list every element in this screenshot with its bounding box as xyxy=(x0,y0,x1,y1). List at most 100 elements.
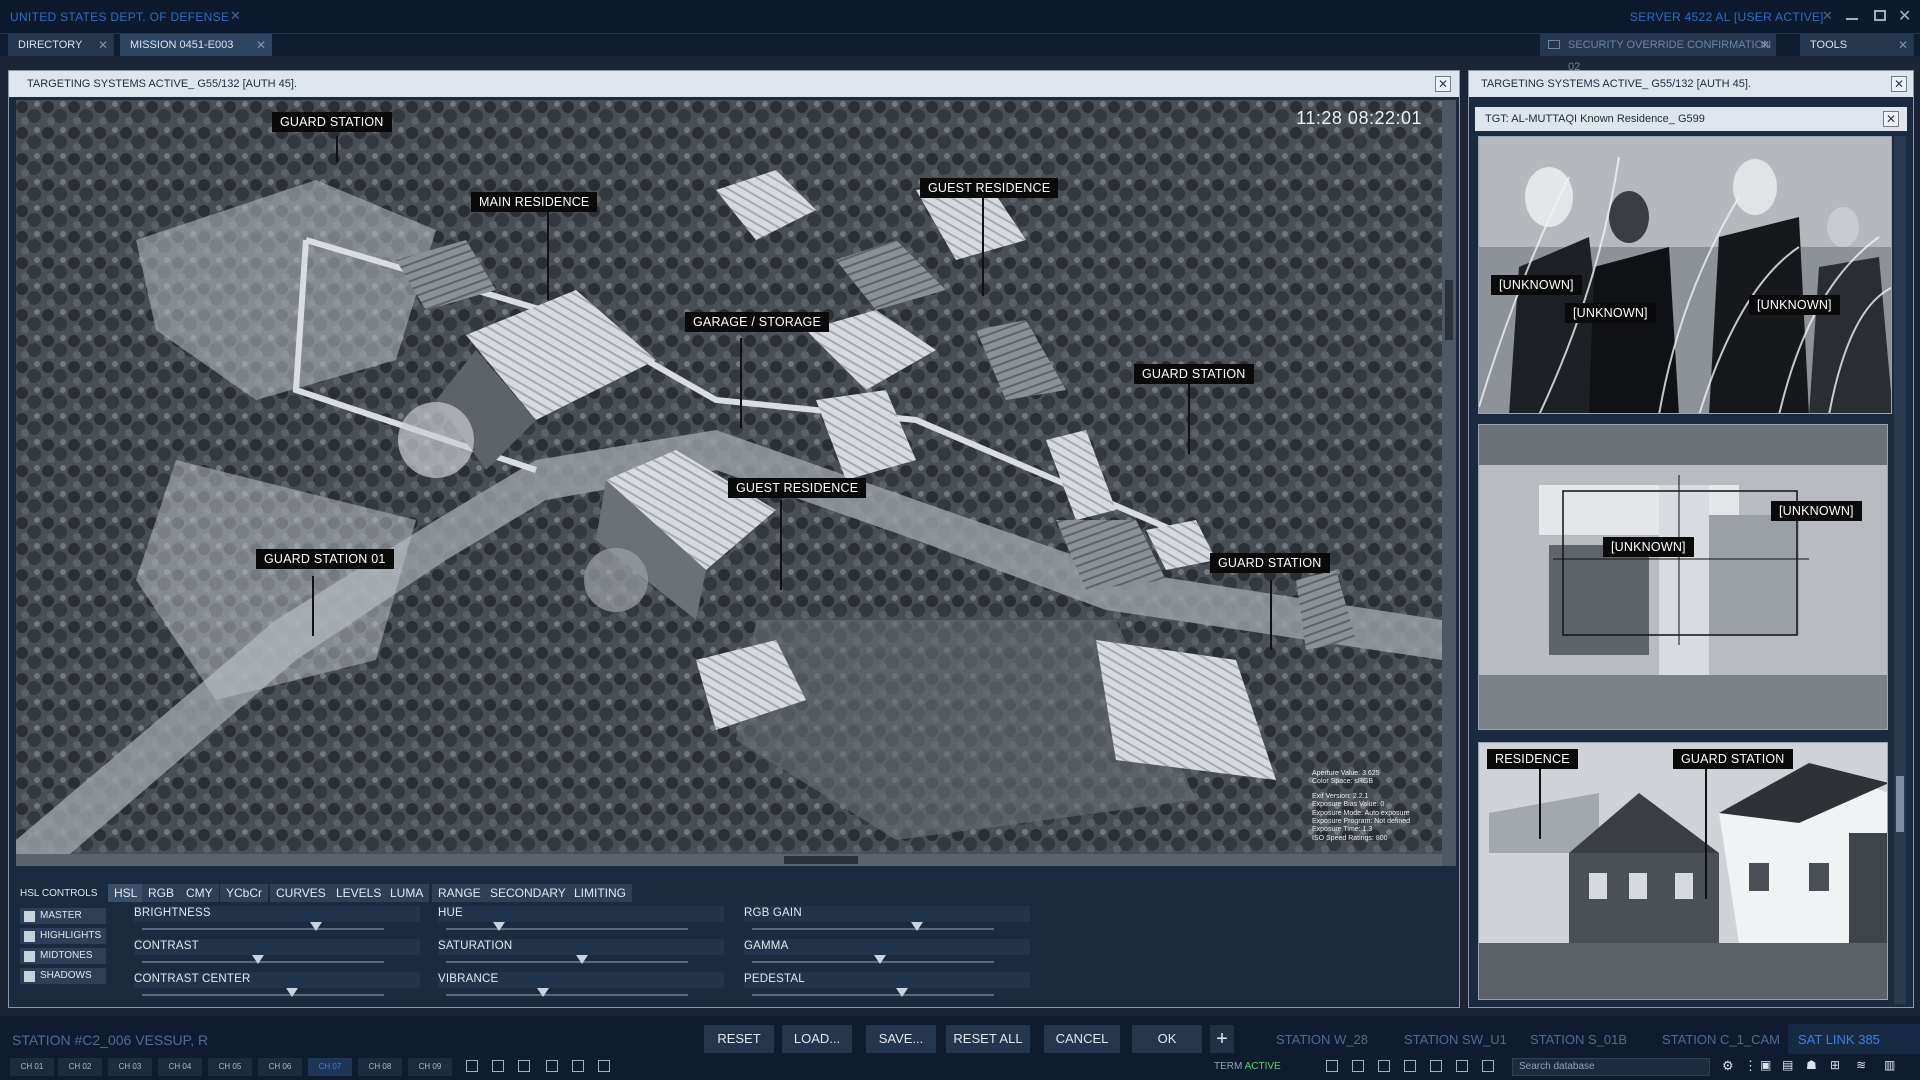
tab-luma[interactable]: LUMA xyxy=(384,884,430,902)
tab-directory[interactable]: DIRECTORY ✕ xyxy=(8,34,114,56)
tab-limiting[interactable]: LIMITING xyxy=(568,884,633,902)
cancel-button[interactable]: CANCEL xyxy=(1044,1025,1120,1053)
slider-track[interactable] xyxy=(752,928,994,930)
layout-icon[interactable] xyxy=(518,1060,530,1072)
slider-knob[interactable] xyxy=(493,922,506,931)
slider-knob[interactable] xyxy=(896,988,909,997)
slider-track[interactable] xyxy=(752,961,994,963)
channel-button[interactable]: CH 08 xyxy=(358,1058,402,1076)
thumbnail-people[interactable]: [UNKNOWN] [UNKNOWN] [UNKNOWN] xyxy=(1478,136,1892,414)
slider-track[interactable] xyxy=(142,994,384,996)
tab-tools[interactable]: TOOLS ✕ xyxy=(1800,34,1914,56)
load-button[interactable]: LOAD... xyxy=(782,1025,852,1053)
tab-mission[interactable]: MISSION 0451-E003 ✕ xyxy=(120,34,272,56)
poi-guard-station-01[interactable]: GUARD STATION 01 xyxy=(256,549,394,569)
slider-knob[interactable] xyxy=(252,955,265,964)
aerial-view[interactable]: GUARD STATION MAIN RESIDENCE GUEST RESID… xyxy=(16,100,1442,866)
station-c1-cam[interactable]: STATION C_1_CAM xyxy=(1662,1032,1780,1047)
ok-button[interactable]: OK xyxy=(1132,1025,1202,1053)
thumbnail-overhead[interactable]: [UNKNOWN] [UNKNOWN] xyxy=(1478,424,1888,730)
channel-button[interactable]: CH 02 xyxy=(58,1058,102,1076)
vertical-scrollbar[interactable] xyxy=(1894,136,1906,1004)
channel-button[interactable]: CH 03 xyxy=(108,1058,152,1076)
slider-contrast-center[interactable]: CONTRAST CENTER xyxy=(134,972,420,997)
tab-range[interactable]: RANGE xyxy=(432,884,487,902)
tab-curves[interactable]: CURVES xyxy=(270,884,332,902)
panel-icon[interactable] xyxy=(1378,1060,1390,1072)
slider-rgb-gain[interactable]: RGB GAIN xyxy=(744,906,1030,931)
slider-track[interactable] xyxy=(446,961,688,963)
table-icon[interactable] xyxy=(546,1060,558,1072)
tab-secondary[interactable]: SECONDARY xyxy=(484,884,572,902)
scrollbar-thumb[interactable] xyxy=(784,856,858,864)
close-server-icon[interactable]: ✕ xyxy=(1822,8,1833,24)
channel-button-active[interactable]: CH 07 xyxy=(308,1058,352,1076)
channel-button[interactable]: CH 09 xyxy=(408,1058,452,1076)
slider-vibrance[interactable]: VIBRANCE xyxy=(438,972,724,997)
add-icon[interactable]: + xyxy=(1210,1025,1234,1053)
minimize-icon[interactable] xyxy=(1846,18,1858,20)
tab-hsl[interactable]: HSL xyxy=(108,884,144,902)
channel-button[interactable]: CH 06 xyxy=(258,1058,302,1076)
unknown-person-label[interactable]: [UNKNOWN] xyxy=(1565,303,1656,323)
poi-garage-storage[interactable]: GARAGE / STORAGE xyxy=(685,312,829,332)
close-icon[interactable]: ✕ xyxy=(1883,111,1899,127)
range-midtones[interactable]: MIDTONES xyxy=(20,948,106,964)
slider-knob[interactable] xyxy=(310,922,323,931)
guard-station-label[interactable]: GUARD STATION xyxy=(1673,749,1793,769)
slider-hue[interactable]: HUE xyxy=(438,906,724,931)
search-database-input[interactable]: Search database xyxy=(1512,1058,1710,1076)
save-button[interactable]: SAVE... xyxy=(866,1025,936,1053)
split-icon[interactable] xyxy=(1352,1060,1364,1072)
slider-saturation[interactable]: SATURATION xyxy=(438,939,724,964)
station-sw-u1[interactable]: STATION SW_U1 xyxy=(1404,1032,1507,1047)
scrollbar-thumb[interactable] xyxy=(1445,280,1453,340)
window-close-icon[interactable]: ✕ xyxy=(1898,6,1911,26)
slider-track[interactable] xyxy=(446,994,688,996)
scrollbar-thumb[interactable] xyxy=(1896,776,1904,832)
unknown-person-label[interactable]: [UNKNOWN] xyxy=(1749,295,1840,315)
station-s-01b[interactable]: STATION S_01B xyxy=(1530,1032,1627,1047)
channel-button[interactable]: CH 04 xyxy=(158,1058,202,1076)
more-icon[interactable]: ⋮ xyxy=(1744,1058,1757,1074)
maximize-icon[interactable] xyxy=(1874,10,1886,21)
file-icon[interactable]: ▤ xyxy=(1782,1058,1793,1072)
residence-label[interactable]: RESIDENCE xyxy=(1487,749,1578,769)
close-icon[interactable]: ✕ xyxy=(1898,34,1908,56)
close-icon[interactable]: ✕ xyxy=(1760,34,1770,56)
tab-security-override[interactable]: SECURITY OVERRIDE CONFIRMATION 02 ✕ xyxy=(1540,34,1776,73)
checkbox-icon[interactable] xyxy=(24,951,35,962)
horizontal-scrollbar[interactable] xyxy=(16,854,1442,866)
slider-knob[interactable] xyxy=(910,922,923,931)
slider-pedestal[interactable]: PEDESTAL xyxy=(744,972,1030,997)
slider-track[interactable] xyxy=(752,994,994,996)
rss-icon[interactable]: ≋ xyxy=(1856,1058,1866,1072)
slider-contrast[interactable]: CONTRAST xyxy=(134,939,420,964)
thumbnail-houses[interactable]: RESIDENCE GUARD STATION xyxy=(1478,742,1888,1000)
columns-icon[interactable] xyxy=(1430,1060,1442,1072)
channel-button[interactable]: CH 05 xyxy=(208,1058,252,1076)
slider-knob[interactable] xyxy=(874,955,887,964)
sat-link-badge[interactable]: SAT LINK 385 xyxy=(1788,1024,1920,1054)
tab-ycbcr[interactable]: YCbCr xyxy=(220,884,269,902)
channel-button[interactable]: CH 01 xyxy=(10,1058,54,1076)
station-w28[interactable]: STATION W_28 xyxy=(1276,1032,1368,1047)
poi-guest-residence[interactable]: GUEST RESIDENCE xyxy=(920,178,1059,198)
tab-levels[interactable]: LEVELS xyxy=(330,884,388,902)
checkbox-icon[interactable] xyxy=(24,931,35,942)
frame-icon[interactable] xyxy=(572,1060,584,1072)
slider-track[interactable] xyxy=(446,928,688,930)
settings-icon[interactable]: ⚙ xyxy=(1722,1058,1734,1074)
range-master[interactable]: MASTER xyxy=(20,908,106,924)
unknown-person-label[interactable]: [UNKNOWN] xyxy=(1491,275,1582,295)
tab-rgb[interactable]: RGB xyxy=(142,884,181,902)
range-shadows[interactable]: SHADOWS xyxy=(20,968,106,984)
slider-knob[interactable] xyxy=(575,955,588,964)
close-icon[interactable]: ✕ xyxy=(256,34,266,56)
reset-button[interactable]: RESET xyxy=(704,1025,774,1053)
poi-guest-residence[interactable]: GUEST RESIDENCE xyxy=(728,478,867,498)
table-icon[interactable] xyxy=(1482,1060,1494,1072)
grid-icon[interactable] xyxy=(492,1060,504,1072)
tab-cmy[interactable]: CMY xyxy=(180,884,219,902)
lock-icon[interactable]: ▣ xyxy=(1760,1058,1771,1072)
